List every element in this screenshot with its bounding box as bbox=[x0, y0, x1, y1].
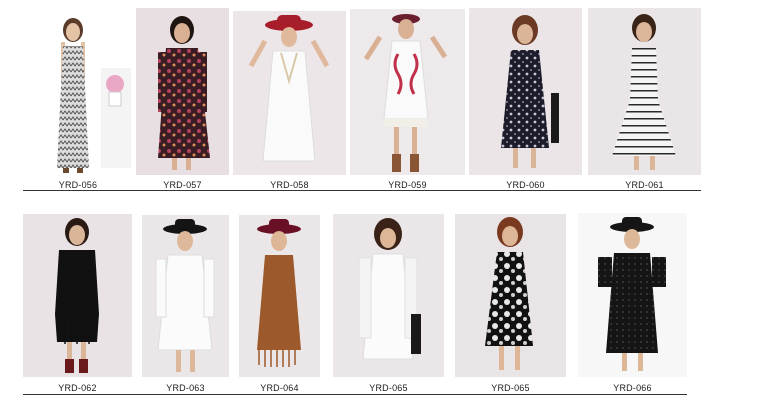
product-photo bbox=[136, 8, 229, 175]
product-photo bbox=[350, 9, 465, 175]
product-code-label: YRD-065 bbox=[369, 383, 408, 393]
dress-illustration bbox=[363, 14, 448, 172]
product-code-label: YRD-058 bbox=[270, 180, 309, 190]
dress-illustration bbox=[485, 217, 533, 370]
product-code-label: YRD-063 bbox=[166, 383, 205, 393]
row-divider bbox=[23, 190, 701, 191]
product-photo bbox=[578, 213, 687, 377]
dress-illustration bbox=[501, 15, 559, 168]
product-code-label: YRD-062 bbox=[58, 383, 97, 393]
product-photo bbox=[233, 11, 346, 175]
dress-illustration bbox=[598, 217, 666, 371]
dress-illustration bbox=[248, 15, 330, 162]
product-code-label: YRD-061 bbox=[625, 180, 664, 190]
product-photo bbox=[23, 8, 133, 175]
product-code-label: YRD-065 bbox=[491, 383, 530, 393]
product-photo bbox=[588, 8, 701, 175]
product-photo bbox=[142, 215, 229, 377]
dress-illustration bbox=[257, 219, 301, 367]
product-photo bbox=[333, 214, 444, 377]
dress-illustration bbox=[358, 218, 421, 360]
dress-illustration bbox=[57, 18, 131, 173]
row-divider bbox=[23, 394, 687, 395]
product-code-label: YRD-060 bbox=[506, 180, 545, 190]
product-code-label: YRD-066 bbox=[613, 383, 652, 393]
product-code-label: YRD-059 bbox=[388, 180, 427, 190]
product-code-label: YRD-056 bbox=[58, 180, 98, 190]
product-code-label: YRD-064 bbox=[260, 383, 299, 393]
product-photo bbox=[455, 214, 566, 377]
product-catalog-sheet: YRD-056 YRD-057 YRD-058 YRD-059 YRD-060 … bbox=[0, 0, 759, 404]
dress-illustration bbox=[612, 14, 676, 170]
product-photo bbox=[239, 215, 320, 377]
product-photo bbox=[23, 214, 132, 377]
dress-illustration bbox=[155, 219, 215, 372]
dress-illustration bbox=[55, 218, 99, 373]
dress-illustration bbox=[158, 16, 210, 170]
product-code-label: YRD-057 bbox=[163, 180, 202, 190]
product-photo bbox=[469, 8, 582, 175]
